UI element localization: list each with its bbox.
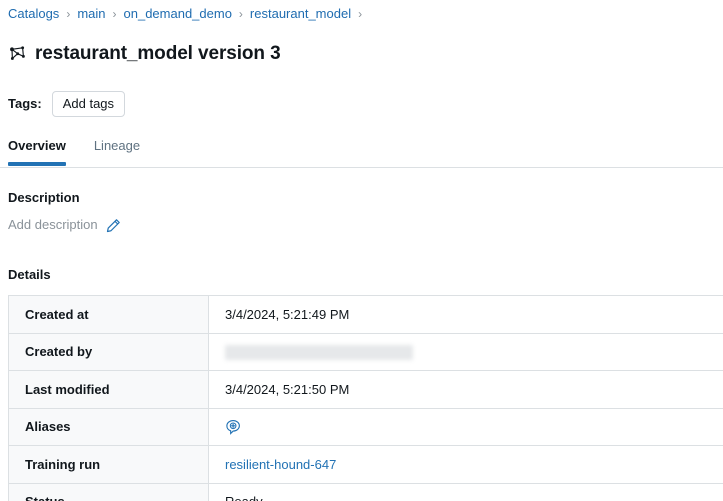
breadcrumb-item-on-demand-demo[interactable]: on_demand_demo — [124, 5, 232, 23]
pencil-icon[interactable] — [106, 218, 121, 233]
table-row: Status Ready — [8, 483, 723, 501]
detail-value-training-run: resilient-hound-647 — [208, 445, 723, 484]
detail-label-aliases: Aliases — [8, 408, 209, 447]
detail-value-created-by — [208, 333, 723, 372]
breadcrumb-separator-icon: › — [112, 7, 117, 21]
details-section: Details Created at 3/4/2024, 5:21:49 PM … — [0, 266, 723, 501]
add-description-text[interactable]: Add description — [8, 216, 98, 234]
detail-label-training-run: Training run — [8, 445, 209, 484]
page-title: restaurant_model version 3 — [35, 42, 281, 64]
breadcrumb-separator-icon: › — [66, 7, 71, 21]
page-title-row: restaurant_model version 3 — [0, 23, 723, 78]
add-tags-button[interactable]: Add tags — [51, 91, 126, 118]
breadcrumb-separator-icon: › — [358, 7, 363, 21]
training-run-link[interactable]: resilient-hound-647 — [225, 457, 336, 472]
tags-label: Tags: — [8, 96, 42, 112]
detail-value-aliases — [208, 408, 723, 447]
breadcrumb: Catalogs › main › on_demand_demo › resta… — [0, 0, 723, 23]
detail-value-status: Ready — [208, 483, 723, 501]
tags-row: Tags: Add tags — [0, 78, 723, 118]
detail-value-last-modified: 3/4/2024, 5:21:50 PM — [208, 370, 723, 409]
table-row: Last modified 3/4/2024, 5:21:50 PM — [8, 370, 723, 409]
table-row: Training run resilient-hound-647 — [8, 445, 723, 484]
detail-label-created-by: Created by — [8, 333, 209, 372]
redacted-value — [225, 344, 413, 360]
table-row: Created by — [8, 333, 723, 372]
detail-label-created-at: Created at — [8, 295, 209, 334]
table-row: Aliases — [8, 408, 723, 447]
add-circle-icon[interactable] — [225, 419, 242, 436]
breadcrumb-item-restaurant-model[interactable]: restaurant_model — [250, 5, 351, 23]
table-row: Created at 3/4/2024, 5:21:49 PM — [8, 295, 723, 334]
detail-label-status: Status — [8, 483, 209, 501]
details-table: Created at 3/4/2024, 5:21:49 PM Created … — [8, 295, 723, 501]
detail-value-created-at: 3/4/2024, 5:21:49 PM — [208, 295, 723, 334]
tab-lineage[interactable]: Lineage — [94, 137, 140, 166]
detail-label-last-modified: Last modified — [8, 370, 209, 409]
model-version-detail-page: Catalogs › main › on_demand_demo › resta… — [0, 0, 723, 501]
breadcrumb-item-main[interactable]: main — [77, 5, 105, 23]
description-section: Description Add description — [0, 189, 723, 234]
breadcrumb-separator-icon: › — [238, 7, 243, 21]
description-body: Add description — [0, 216, 723, 234]
description-heading: Description — [8, 190, 80, 206]
details-heading: Details — [8, 267, 51, 283]
model-icon — [10, 46, 25, 61]
tab-overview[interactable]: Overview — [8, 137, 66, 167]
breadcrumb-item-catalogs[interactable]: Catalogs — [8, 5, 59, 23]
tab-bar: Overview Lineage — [0, 137, 723, 169]
